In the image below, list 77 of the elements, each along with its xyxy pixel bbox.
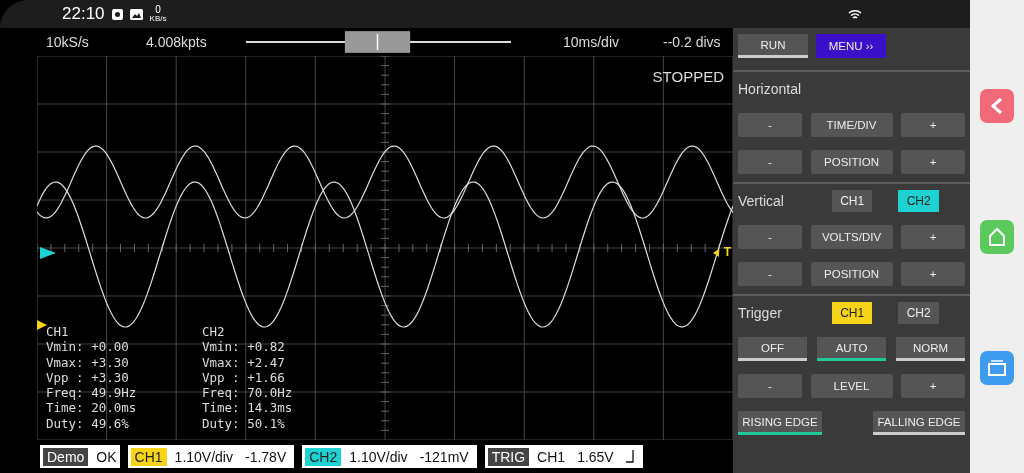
channel-offset: -1.78V bbox=[245, 448, 287, 465]
sample-rate: 10kS/s bbox=[46, 34, 90, 50]
plus-button[interactable]: + bbox=[901, 225, 965, 249]
plus-button[interactable]: + bbox=[901, 262, 965, 286]
control-button[interactable]: POSITION bbox=[810, 150, 893, 174]
channel-name: CH1 bbox=[46, 324, 70, 340]
minus-button[interactable]: - bbox=[738, 150, 802, 174]
trigger-marker-icon bbox=[713, 249, 719, 257]
plus-button[interactable]: + bbox=[901, 150, 965, 174]
measurement-line: Vmin: +0.82 bbox=[202, 339, 286, 355]
position-scrollbar[interactable] bbox=[246, 31, 511, 53]
channel-scale: 1.10V/div bbox=[174, 448, 233, 465]
net-unit: KB/s bbox=[149, 15, 167, 23]
window-icon bbox=[987, 358, 1007, 377]
trigger-level: 1.65V bbox=[577, 448, 614, 465]
image-icon bbox=[129, 8, 143, 20]
channel-selector[interactable]: CH1 bbox=[831, 302, 873, 324]
minus-button[interactable]: - bbox=[738, 225, 802, 249]
channel-offset: -121mV bbox=[419, 448, 469, 465]
back-button[interactable] bbox=[980, 88, 1014, 123]
control-button[interactable]: TIME/DIV bbox=[810, 113, 893, 137]
mode-value: OK bbox=[96, 448, 117, 465]
home-icon bbox=[987, 226, 1007, 247]
edge-button[interactable]: FALLING EDGE bbox=[873, 411, 965, 435]
section-title: Horizontal bbox=[738, 81, 803, 97]
measurement-line: Freq: 70.0Hz bbox=[202, 385, 293, 401]
clock-time: 22:10 bbox=[62, 4, 105, 24]
run-state: STOPPED bbox=[652, 68, 724, 85]
mode-button[interactable]: OFF bbox=[738, 337, 807, 361]
ground-marker-icon bbox=[40, 247, 56, 259]
control-button[interactable]: LEVEL bbox=[810, 374, 893, 398]
back-icon bbox=[990, 96, 1004, 115]
measurement-line: Vmax: +3.30 bbox=[46, 354, 130, 370]
measurement-line: Vmax: +2.47 bbox=[202, 354, 286, 370]
channel-scale: 1.10V/div bbox=[349, 448, 408, 465]
trigger-label: TRIG bbox=[487, 447, 530, 466]
mode-label: Demo bbox=[43, 447, 89, 466]
run-button[interactable]: RUN bbox=[738, 34, 808, 58]
measurement-line: Duty: 49.6% bbox=[46, 415, 130, 432]
measurement-line: Duty: 50.1% bbox=[202, 415, 286, 432]
plus-button[interactable]: + bbox=[901, 113, 965, 137]
minus-button[interactable]: - bbox=[738, 262, 802, 286]
channel-tag: CH2 bbox=[305, 447, 342, 466]
menu-button[interactable]: MENU ›› bbox=[816, 34, 886, 58]
time-per-div: 10ms/div bbox=[563, 34, 621, 50]
channel-tag: CH1 bbox=[130, 447, 167, 466]
measurement-line: Vmin: +0.00 bbox=[46, 339, 130, 355]
net-speed: 0 bbox=[155, 5, 161, 15]
channel-name: CH2 bbox=[202, 324, 226, 340]
trigger-source: CH1 bbox=[537, 448, 566, 465]
section-title: Vertical bbox=[738, 193, 785, 209]
control-button[interactable]: POSITION bbox=[810, 262, 893, 286]
wifi-icon bbox=[848, 8, 862, 20]
rising-edge-icon bbox=[625, 450, 635, 463]
edge-button[interactable]: RISING EDGE bbox=[738, 411, 822, 435]
measurement-line: Time: 20.0ms bbox=[46, 400, 137, 416]
measurement-line: Freq: 49.9Hz bbox=[46, 385, 137, 401]
channel-selector[interactable]: CH1 bbox=[831, 190, 873, 212]
trigger-offset: --0.2 divs bbox=[663, 34, 722, 50]
trigger-marker-label: T bbox=[723, 245, 731, 259]
control-button[interactable]: VOLTS/DIV bbox=[810, 225, 893, 249]
level-marker-icon bbox=[37, 320, 47, 330]
mode-button[interactable]: NORM bbox=[896, 337, 965, 361]
mode-button[interactable]: AUTO bbox=[817, 337, 886, 361]
plus-button[interactable]: + bbox=[901, 374, 965, 398]
notification-icon bbox=[111, 8, 123, 20]
measurement-line: Vpp : +3.30 bbox=[46, 369, 130, 386]
minus-button[interactable]: - bbox=[738, 374, 802, 398]
channel-selector[interactable]: CH2 bbox=[898, 302, 939, 324]
minus-button[interactable]: - bbox=[738, 113, 802, 137]
measurement-line: Time: 14.3ms bbox=[202, 400, 293, 416]
home-button[interactable] bbox=[980, 219, 1014, 254]
recents-button[interactable] bbox=[980, 350, 1014, 385]
measurement-line: Vpp : +1.66 bbox=[202, 369, 286, 386]
section-title: Trigger bbox=[738, 305, 783, 321]
channel-selector[interactable]: CH2 bbox=[898, 190, 939, 212]
point-count: 4.008kpts bbox=[146, 34, 208, 50]
